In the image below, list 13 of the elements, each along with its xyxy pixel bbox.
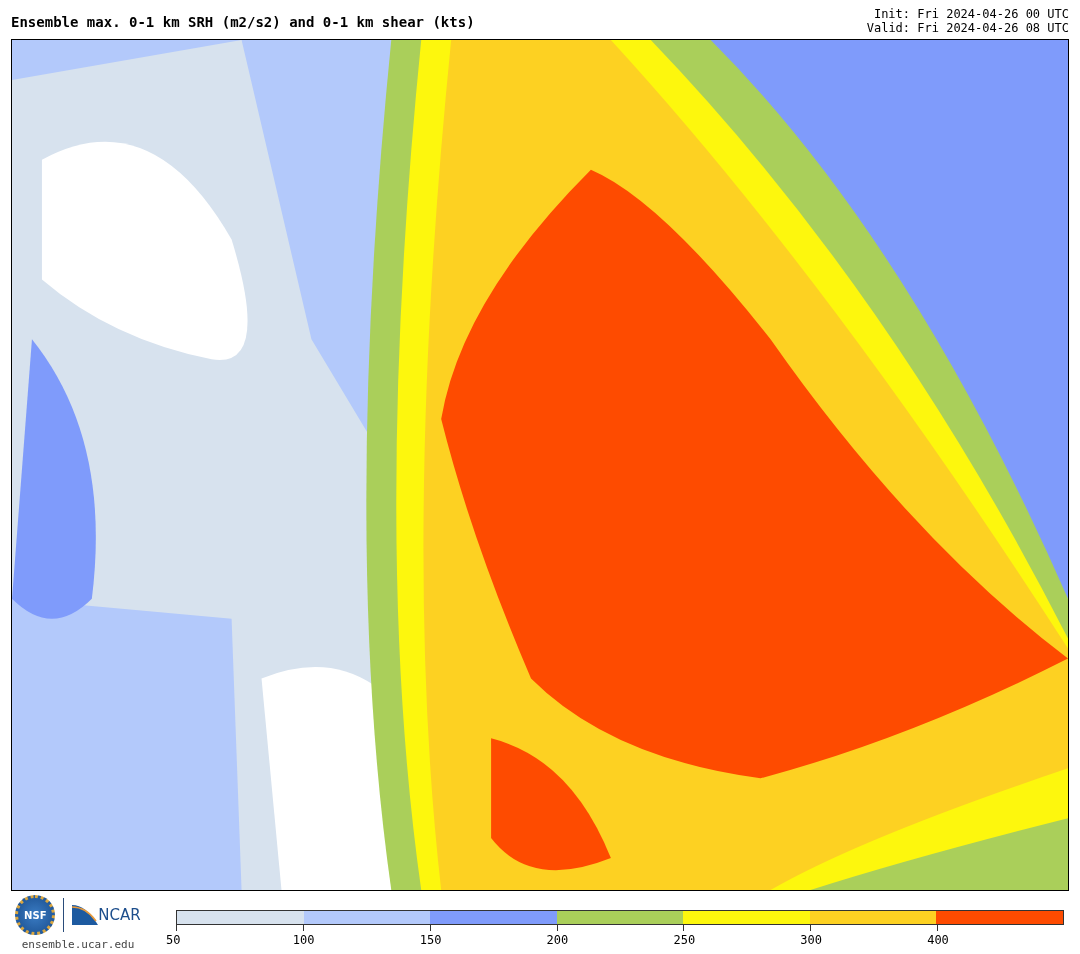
ncar-logo: NCAR <box>72 905 141 925</box>
scale-label: 200 <box>546 933 569 947</box>
scale-label: 150 <box>419 933 442 947</box>
seal-logo: NSF <box>15 895 56 935</box>
scale-label: 300 <box>800 933 822 947</box>
scale-label: 100 <box>292 933 315 947</box>
scale-label: 250 <box>673 933 696 947</box>
init-time: Init: Fri 2024-04-26 00 UTC <box>873 7 1069 21</box>
valid-time: Valid: Fri 2024-04-26 08 UTC <box>866 21 1069 35</box>
website-url: ensemble.ucar.edu <box>21 938 135 951</box>
scale-label: 50 <box>166 933 181 947</box>
chart-title: Ensemble max. 0-1 km SRH (m2/s2) and 0-1 km shear (kts) <box>11 14 475 30</box>
scale-label: 400 <box>927 933 949 947</box>
